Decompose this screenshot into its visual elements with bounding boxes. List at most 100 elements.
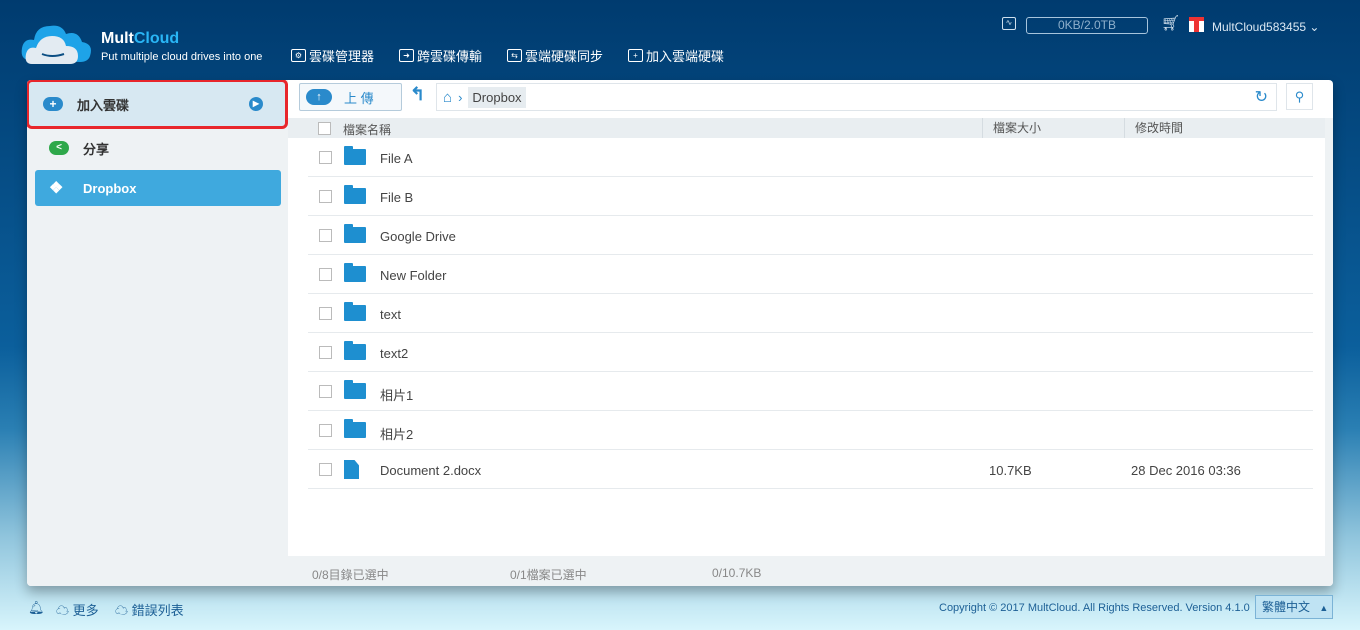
share-cloud-icon: <: [49, 141, 69, 155]
breadcrumb: ⌂ › Dropbox ↻: [436, 83, 1277, 111]
sidebar-item-share[interactable]: < 分享: [35, 130, 281, 166]
file-name[interactable]: 相片2: [380, 424, 413, 443]
nav-cloud-manager[interactable]: ⚙ 雲碟管理器: [291, 46, 374, 65]
file-name[interactable]: File A: [380, 151, 413, 166]
table-row[interactable]: 相片2: [308, 411, 1313, 450]
errors-label: 錯誤列表: [131, 603, 184, 618]
file-modified: 28 Dec 2016 03:36: [1131, 463, 1241, 478]
username: MultCloud583455: [1212, 20, 1307, 34]
sync-folder-icon: ⇆: [507, 49, 522, 62]
search-icon: ⚲: [1294, 89, 1305, 104]
file-name[interactable]: File B: [380, 190, 413, 205]
notification-bell-icon[interactable]: 🔔︎: [28, 600, 45, 616]
select-all-checkbox[interactable]: [318, 122, 331, 135]
refresh-icon[interactable]: ↻: [1255, 87, 1268, 107]
file-size: 10.7KB: [989, 463, 1032, 478]
main-panel: + 加入雲碟 ▶ < 分享 ❖ Dropbox ↑ 上 傳 ↰ ⌂ › Dropb…: [27, 80, 1333, 586]
row-checkbox[interactable]: [319, 229, 332, 242]
size-selected: 0/10.7KB: [712, 566, 762, 580]
error-list-link[interactable]: ☁ 錯誤列表: [115, 600, 184, 619]
sidebar-item-add-cloud[interactable]: + 加入雲碟 ▶: [27, 80, 288, 129]
row-checkbox[interactable]: [319, 385, 332, 398]
col-name[interactable]: 檔案名稱: [343, 121, 391, 138]
file-name[interactable]: text2: [380, 346, 408, 361]
search-button[interactable]: ⚲: [1286, 83, 1313, 110]
link-cloud-icon: ☁: [56, 603, 70, 618]
nav-add-cloud[interactable]: + 加入雲端硬碟: [628, 46, 724, 65]
file-name[interactable]: 相片1: [380, 385, 413, 404]
table-row[interactable]: New Folder: [308, 255, 1313, 294]
language-label: 繁體中文: [1262, 600, 1311, 614]
upload-button[interactable]: ↑ 上 傳: [299, 83, 402, 111]
row-checkbox[interactable]: [319, 190, 332, 203]
row-checkbox[interactable]: [319, 151, 332, 164]
gear-folder-icon: ⚙: [291, 49, 306, 62]
row-checkbox[interactable]: [319, 346, 332, 359]
upload-label: 上 傳: [344, 90, 374, 106]
file-area: ↑ 上 傳 ↰ ⌂ › Dropbox ↻ ⚲ 檔案名稱 檔案大小 修改時間 Fi…: [288, 80, 1333, 586]
table-row[interactable]: Google Drive: [308, 216, 1313, 255]
row-checkbox[interactable]: [319, 463, 332, 476]
folder-icon: [344, 146, 366, 165]
tagline: Put multiple cloud drives into one: [101, 51, 263, 63]
breadcrumb-current[interactable]: Dropbox: [468, 86, 526, 108]
list-cloud-icon: ☁: [115, 603, 129, 618]
folder-icon: [344, 380, 366, 399]
nav-label: 雲端硬碟同步: [525, 49, 604, 64]
row-checkbox[interactable]: [319, 307, 332, 320]
brand-name: MultCloud: [101, 30, 180, 47]
sidebar: + 加入雲碟 ▶ < 分享 ❖ Dropbox: [27, 80, 288, 586]
table-row[interactable]: File A: [308, 138, 1313, 177]
activity-icon[interactable]: ∿: [1002, 17, 1016, 30]
col-size[interactable]: 檔案大小: [982, 118, 1041, 138]
col-modified[interactable]: 修改時間: [1124, 118, 1183, 138]
chevron-down-icon: ⌄: [1309, 20, 1320, 34]
caret-up-icon: ▲: [1319, 603, 1329, 613]
nav-cloud-transfer[interactable]: ➜ 跨雲碟傳輸: [399, 46, 482, 65]
language-select[interactable]: 繁體中文 ▲: [1255, 595, 1333, 619]
status-bar: 0/8目錄已選中 0/1檔案已選中 0/10.7KB: [288, 556, 1325, 586]
table-row[interactable]: Document 2.docx 10.7KB 28 Dec 2016 03:36: [308, 450, 1313, 489]
file-name[interactable]: Google Drive: [380, 229, 456, 244]
more-label: 更多: [72, 603, 99, 618]
storage-quota[interactable]: 0KB/2.0TB: [1026, 17, 1148, 34]
table-row[interactable]: File B: [308, 177, 1313, 216]
nav-label: 雲碟管理器: [309, 49, 375, 64]
file-name[interactable]: text: [380, 307, 401, 322]
row-checkbox[interactable]: [319, 268, 332, 281]
sidebar-item-label: 分享: [83, 141, 110, 157]
copyright: Copyright © 2017 MultCloud. All Rights R…: [939, 602, 1250, 614]
up-level-icon[interactable]: ↰: [410, 84, 425, 105]
user-menu[interactable]: MultCloud583455 ⌄: [1212, 20, 1319, 34]
folder-icon: [344, 341, 366, 360]
gift-icon[interactable]: [1189, 17, 1204, 32]
files-selected: 0/1檔案已選中: [510, 568, 587, 582]
sidebar-item-label: Dropbox: [83, 180, 137, 196]
dirs-selected: 0/8目錄已選中: [312, 568, 389, 582]
multcloud-logo: [21, 25, 91, 64]
add-folder-icon: +: [628, 49, 643, 62]
scrollbar[interactable]: [1325, 118, 1333, 586]
sidebar-item-dropbox[interactable]: ❖ Dropbox: [35, 170, 281, 206]
more-link[interactable]: ☁ 更多: [56, 600, 99, 619]
cart-icon[interactable]: 🛒︎: [1161, 14, 1180, 32]
table-row[interactable]: 相片1: [308, 372, 1313, 411]
row-checkbox[interactable]: [319, 424, 332, 437]
file-name[interactable]: Document 2.docx: [380, 463, 481, 478]
table-header: 檔案名稱 檔案大小 修改時間: [288, 118, 1325, 138]
sidebar-item-label: 加入雲碟: [77, 97, 130, 113]
chevron-right-icon: ›: [458, 89, 463, 105]
file-name[interactable]: New Folder: [380, 268, 446, 283]
table-row[interactable]: text: [308, 294, 1313, 333]
play-arrow-icon[interactable]: ▶: [249, 97, 263, 111]
upload-cloud-icon: ↑: [306, 89, 332, 105]
folder-icon: [344, 263, 366, 282]
home-icon[interactable]: ⌂: [443, 89, 452, 106]
cloud-plus-icon: +: [43, 97, 63, 111]
nav-label: 跨雲碟傳輸: [417, 49, 483, 64]
table-row[interactable]: text2: [308, 333, 1313, 372]
nav-cloud-sync[interactable]: ⇆ 雲端硬碟同步: [507, 46, 603, 65]
folder-icon: [344, 302, 366, 321]
folder-icon: [344, 419, 366, 438]
folder-icon: [344, 224, 366, 243]
